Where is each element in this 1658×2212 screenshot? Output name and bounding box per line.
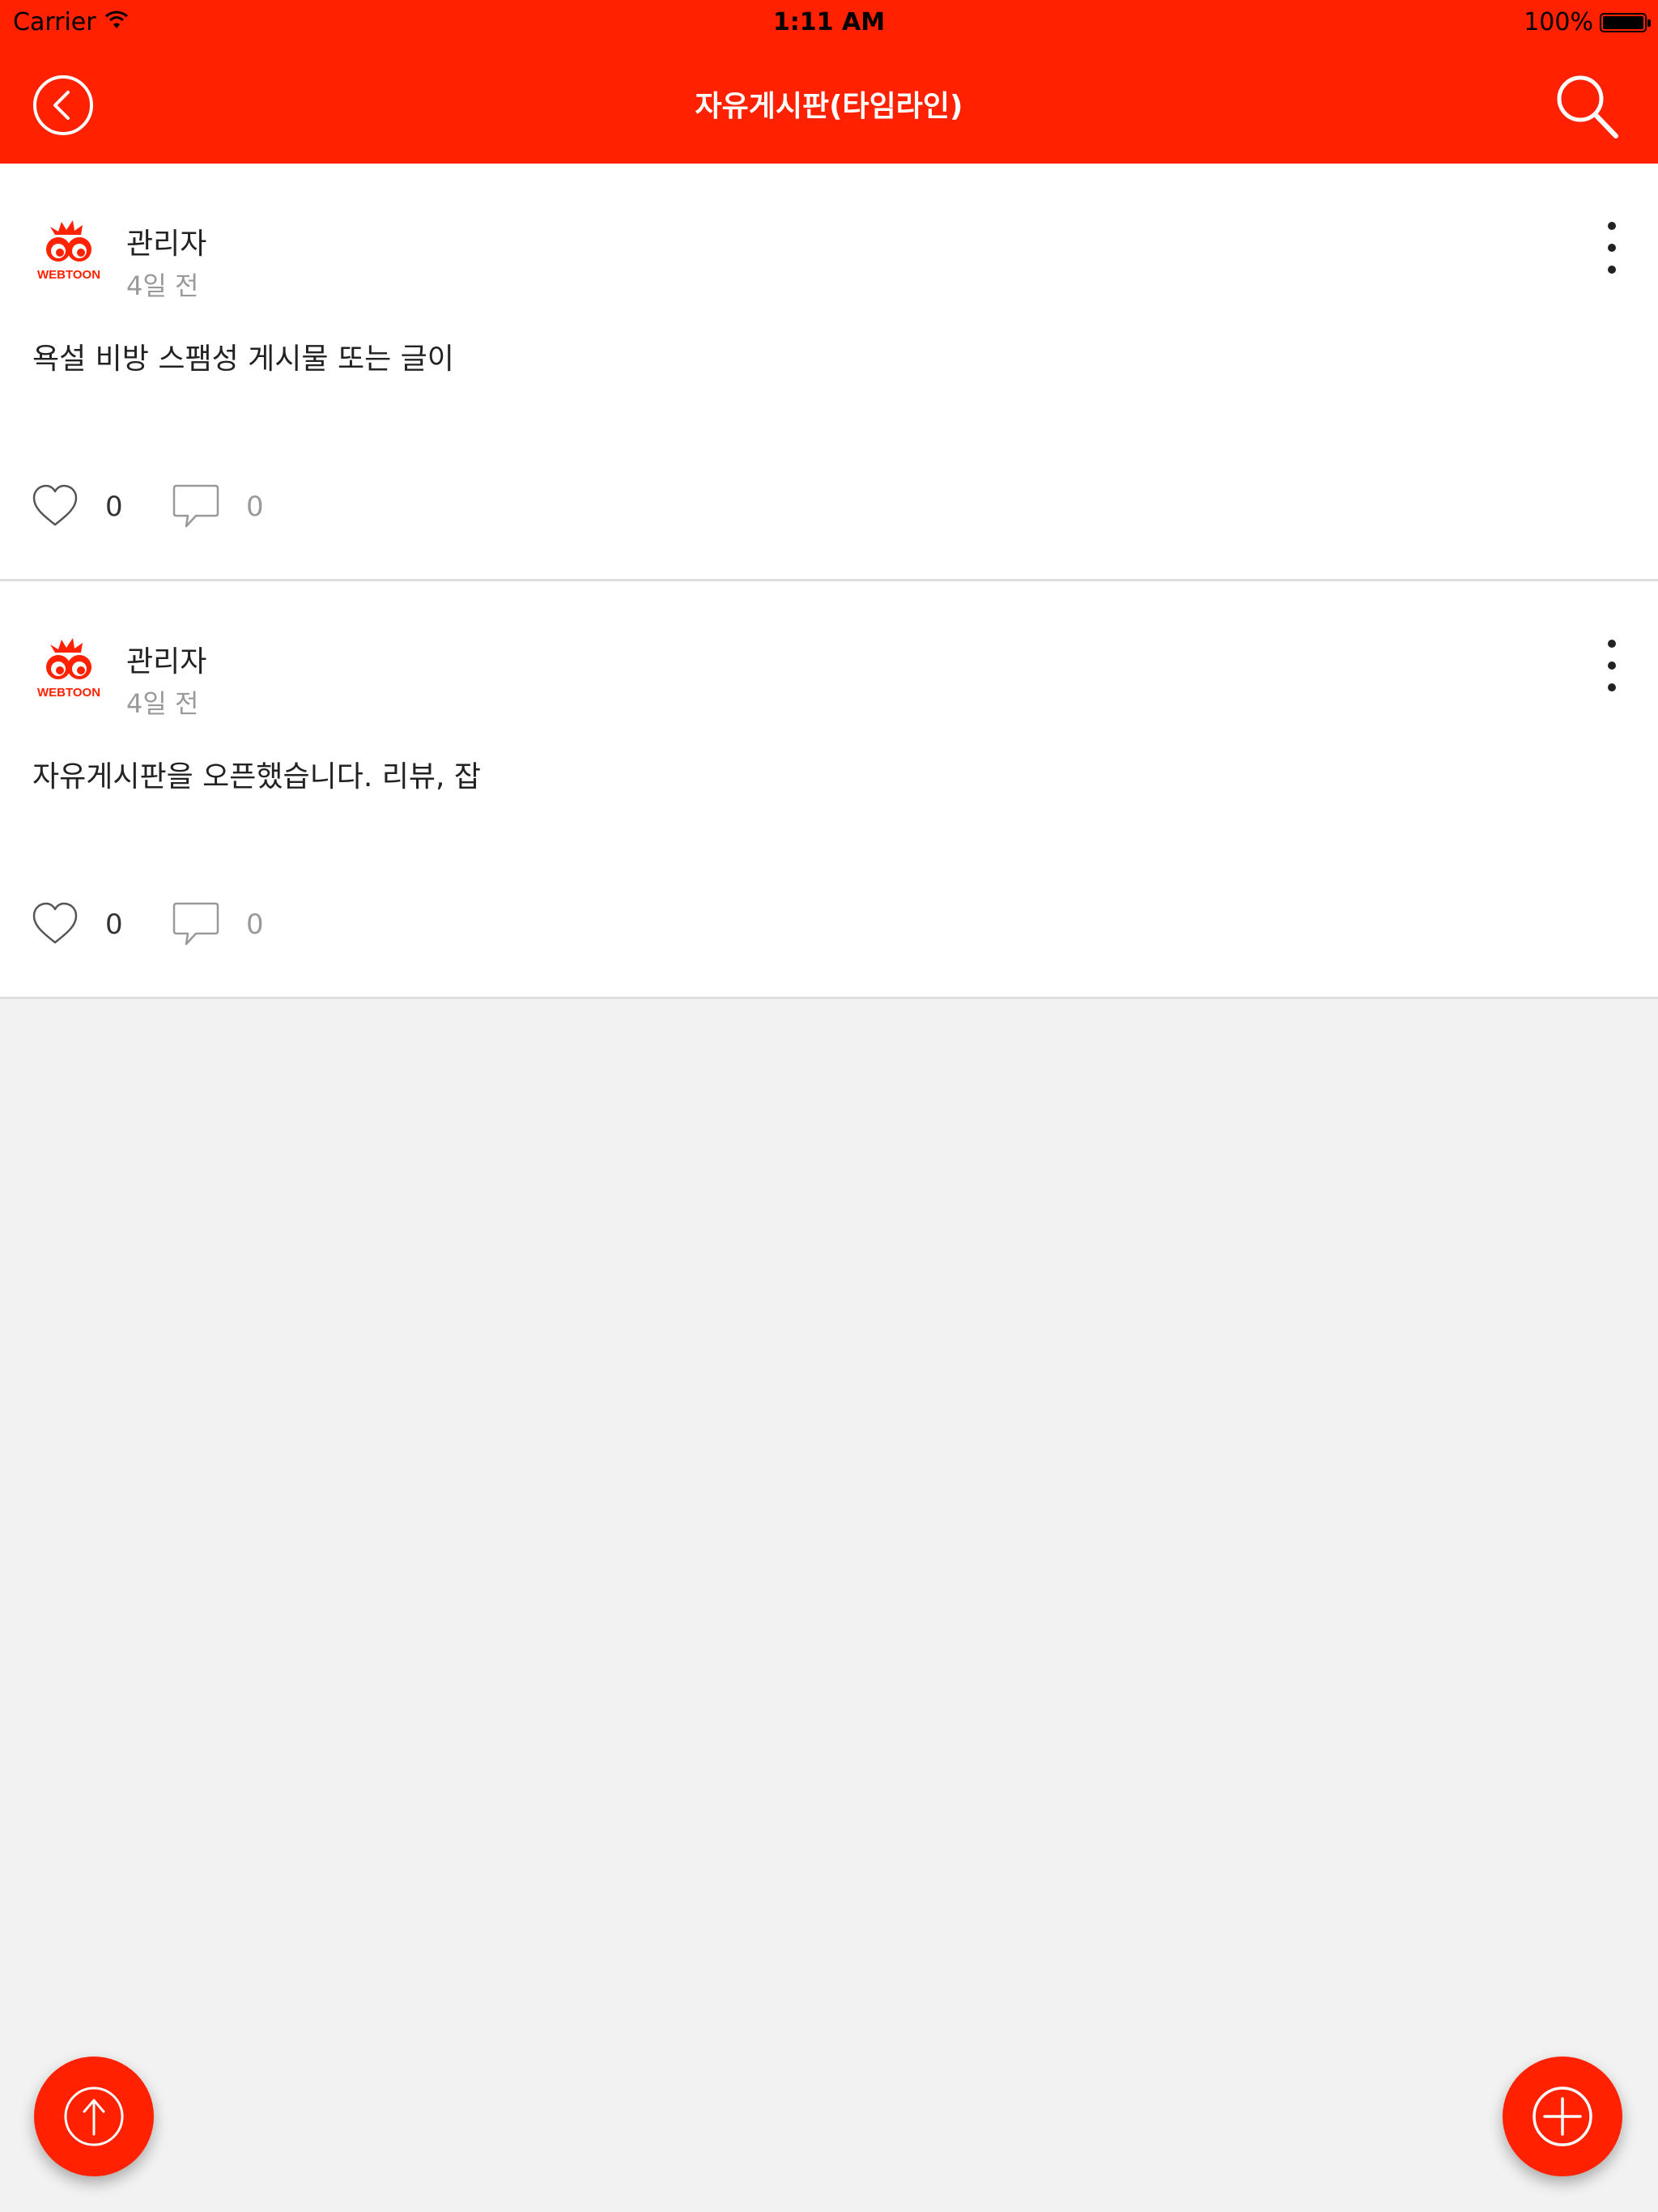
post-content[interactable]: 자유게시판을 오픈했습니다. 리뷰, 잡 <box>32 753 481 795</box>
comment-icon <box>172 902 219 946</box>
like-button[interactable] <box>31 900 79 949</box>
more-options-button[interactable] <box>1596 638 1629 695</box>
plus-circle-icon <box>1533 2087 1592 2146</box>
nav-bar: 자유게시판(타임라인) <box>0 45 1658 164</box>
svg-text:WEBTOON: WEBTOON <box>37 268 100 282</box>
add-post-button[interactable] <box>1503 2057 1622 2176</box>
comment-count: 0 <box>246 491 264 523</box>
more-options-button[interactable] <box>1596 220 1629 277</box>
webtoon-logo-icon: WEBTOON <box>37 638 100 700</box>
post-content[interactable]: 욕설 비방 스팸성 게시물 또는 글이 <box>32 335 454 377</box>
battery-label: 100% <box>1524 8 1593 36</box>
scroll-top-button[interactable] <box>34 2057 154 2176</box>
webtoon-logo-icon: WEBTOON <box>37 220 100 282</box>
like-count: 0 <box>105 491 123 523</box>
more-dot <box>1608 683 1616 691</box>
page-title: 자유게시판(타임라인) <box>695 90 963 123</box>
search-icon <box>1557 75 1618 138</box>
author-name[interactable]: 관리자 <box>126 220 206 262</box>
heart-icon <box>32 902 78 944</box>
more-dot <box>1608 244 1616 252</box>
search-button[interactable] <box>1553 73 1621 141</box>
battery-fill <box>1603 15 1643 29</box>
more-dot <box>1608 661 1616 670</box>
post-feed: WEBTOON 관리자 4일 전 욕설 비방 스팸성 게시물 또는 글이 0 0 <box>0 164 1658 999</box>
arrow-up-circle-icon <box>64 2087 124 2146</box>
comment-button[interactable] <box>172 900 220 949</box>
like-count: 0 <box>105 908 123 941</box>
comment-count: 0 <box>246 908 264 941</box>
comment-icon <box>172 484 219 528</box>
post-actions: 0 0 <box>31 900 517 949</box>
status-bar: Carrier 1:11 AM 100% <box>0 0 1658 45</box>
avatar[interactable]: WEBTOON <box>32 215 105 288</box>
comment-button[interactable] <box>172 483 220 531</box>
more-dot <box>1608 222 1616 230</box>
author-name[interactable]: 관리자 <box>126 638 206 680</box>
post-time: 4일 전 <box>126 270 199 301</box>
status-time: 1:11 AM <box>772 8 886 36</box>
svg-text:WEBTOON: WEBTOON <box>37 686 100 700</box>
app-header: Carrier 1:11 AM 100% 자유게시판(타임라인) <box>0 0 1658 164</box>
battery-icon <box>1600 12 1651 32</box>
avatar[interactable]: WEBTOON <box>32 633 105 706</box>
like-button[interactable] <box>31 483 79 531</box>
post-card[interactable]: WEBTOON 관리자 4일 전 자유게시판을 오픈했습니다. 리뷰, 잡 0 … <box>0 581 1658 999</box>
heart-icon <box>32 484 78 526</box>
status-right: 100% <box>1524 8 1651 36</box>
more-dot <box>1608 640 1616 648</box>
post-time: 4일 전 <box>126 688 199 719</box>
post-card[interactable]: WEBTOON 관리자 4일 전 욕설 비방 스팸성 게시물 또는 글이 0 0 <box>0 164 1658 581</box>
post-actions: 0 0 <box>31 483 517 531</box>
more-dot <box>1608 266 1616 274</box>
